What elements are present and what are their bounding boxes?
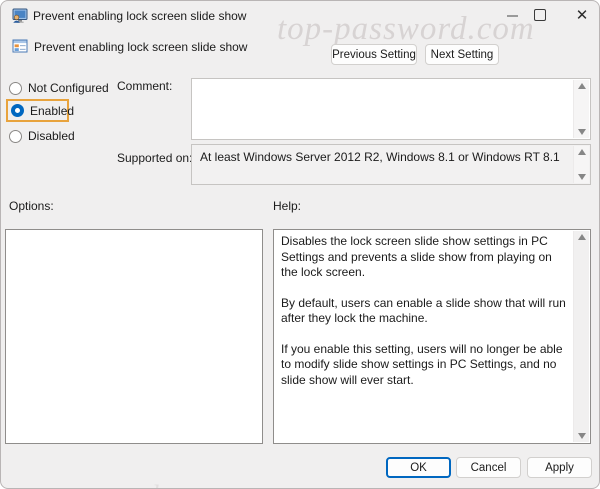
help-pane: Disables the lock screen slide show sett… — [273, 229, 591, 444]
radio-circle-disabled[interactable] — [9, 130, 22, 143]
cancel-button[interactable]: Cancel — [456, 457, 521, 478]
supported-scrollbar[interactable] — [573, 146, 589, 183]
help-scrollbar[interactable] — [573, 231, 589, 442]
radio-circle-not-configured[interactable] — [9, 82, 22, 95]
scroll-up-icon[interactable] — [578, 234, 586, 240]
title-bar[interactable]: Prevent enabling lock screen slide show … — [1, 1, 599, 31]
window-title: Prevent enabling lock screen slide show — [33, 1, 246, 31]
ok-button[interactable]: OK — [386, 457, 451, 478]
supported-on-label: Supported on: — [117, 151, 192, 165]
policy-setting-dialog: top-password.com top-password.com Preven… — [0, 0, 600, 489]
scroll-down-icon[interactable] — [578, 129, 586, 135]
watermark-text-bottom: top-password.com — [7, 480, 213, 489]
radio-disabled[interactable]: Disabled — [9, 129, 75, 143]
scroll-up-icon[interactable] — [578, 149, 586, 155]
supported-on-value: At least Windows Server 2012 R2, Windows… — [200, 150, 570, 165]
apply-button[interactable]: Apply — [527, 457, 592, 478]
previous-setting-button[interactable]: Previous Setting — [331, 44, 417, 65]
comment-input[interactable] — [191, 78, 591, 140]
close-icon[interactable]: ✕ — [571, 4, 593, 28]
scroll-up-icon[interactable] — [578, 83, 586, 89]
gpedit-app-icon — [12, 8, 28, 24]
options-pane — [5, 229, 263, 444]
supported-on-box: At least Windows Server 2012 R2, Windows… — [191, 144, 591, 185]
help-text: Disables the lock screen slide show sett… — [274, 230, 573, 443]
radio-label-enabled: Enabled — [30, 104, 74, 118]
help-paragraph: Disables the lock screen slide show sett… — [281, 234, 567, 281]
help-paragraph: If you enable this setting, users will n… — [281, 342, 567, 389]
radio-circle-enabled[interactable] — [11, 104, 24, 117]
scroll-down-icon[interactable] — [578, 174, 586, 180]
options-label: Options: — [9, 199, 54, 213]
comment-scrollbar[interactable] — [573, 80, 589, 138]
maximize-icon[interactable] — [534, 9, 546, 21]
setting-name: Prevent enabling lock screen slide show — [34, 39, 247, 55]
radio-label-disabled: Disabled — [28, 129, 75, 143]
scroll-down-icon[interactable] — [578, 433, 586, 439]
minimize-icon[interactable] — [507, 15, 518, 17]
radio-not-configured[interactable]: Not Configured — [9, 81, 109, 95]
policy-setting-icon — [12, 38, 28, 54]
radio-enabled-highlight[interactable]: Enabled — [6, 99, 69, 122]
help-label: Help: — [273, 199, 301, 213]
help-paragraph: By default, users can enable a slide sho… — [281, 296, 567, 327]
comment-label: Comment: — [117, 79, 172, 93]
radio-label-not-configured: Not Configured — [28, 81, 109, 95]
next-setting-button[interactable]: Next Setting — [425, 44, 499, 65]
